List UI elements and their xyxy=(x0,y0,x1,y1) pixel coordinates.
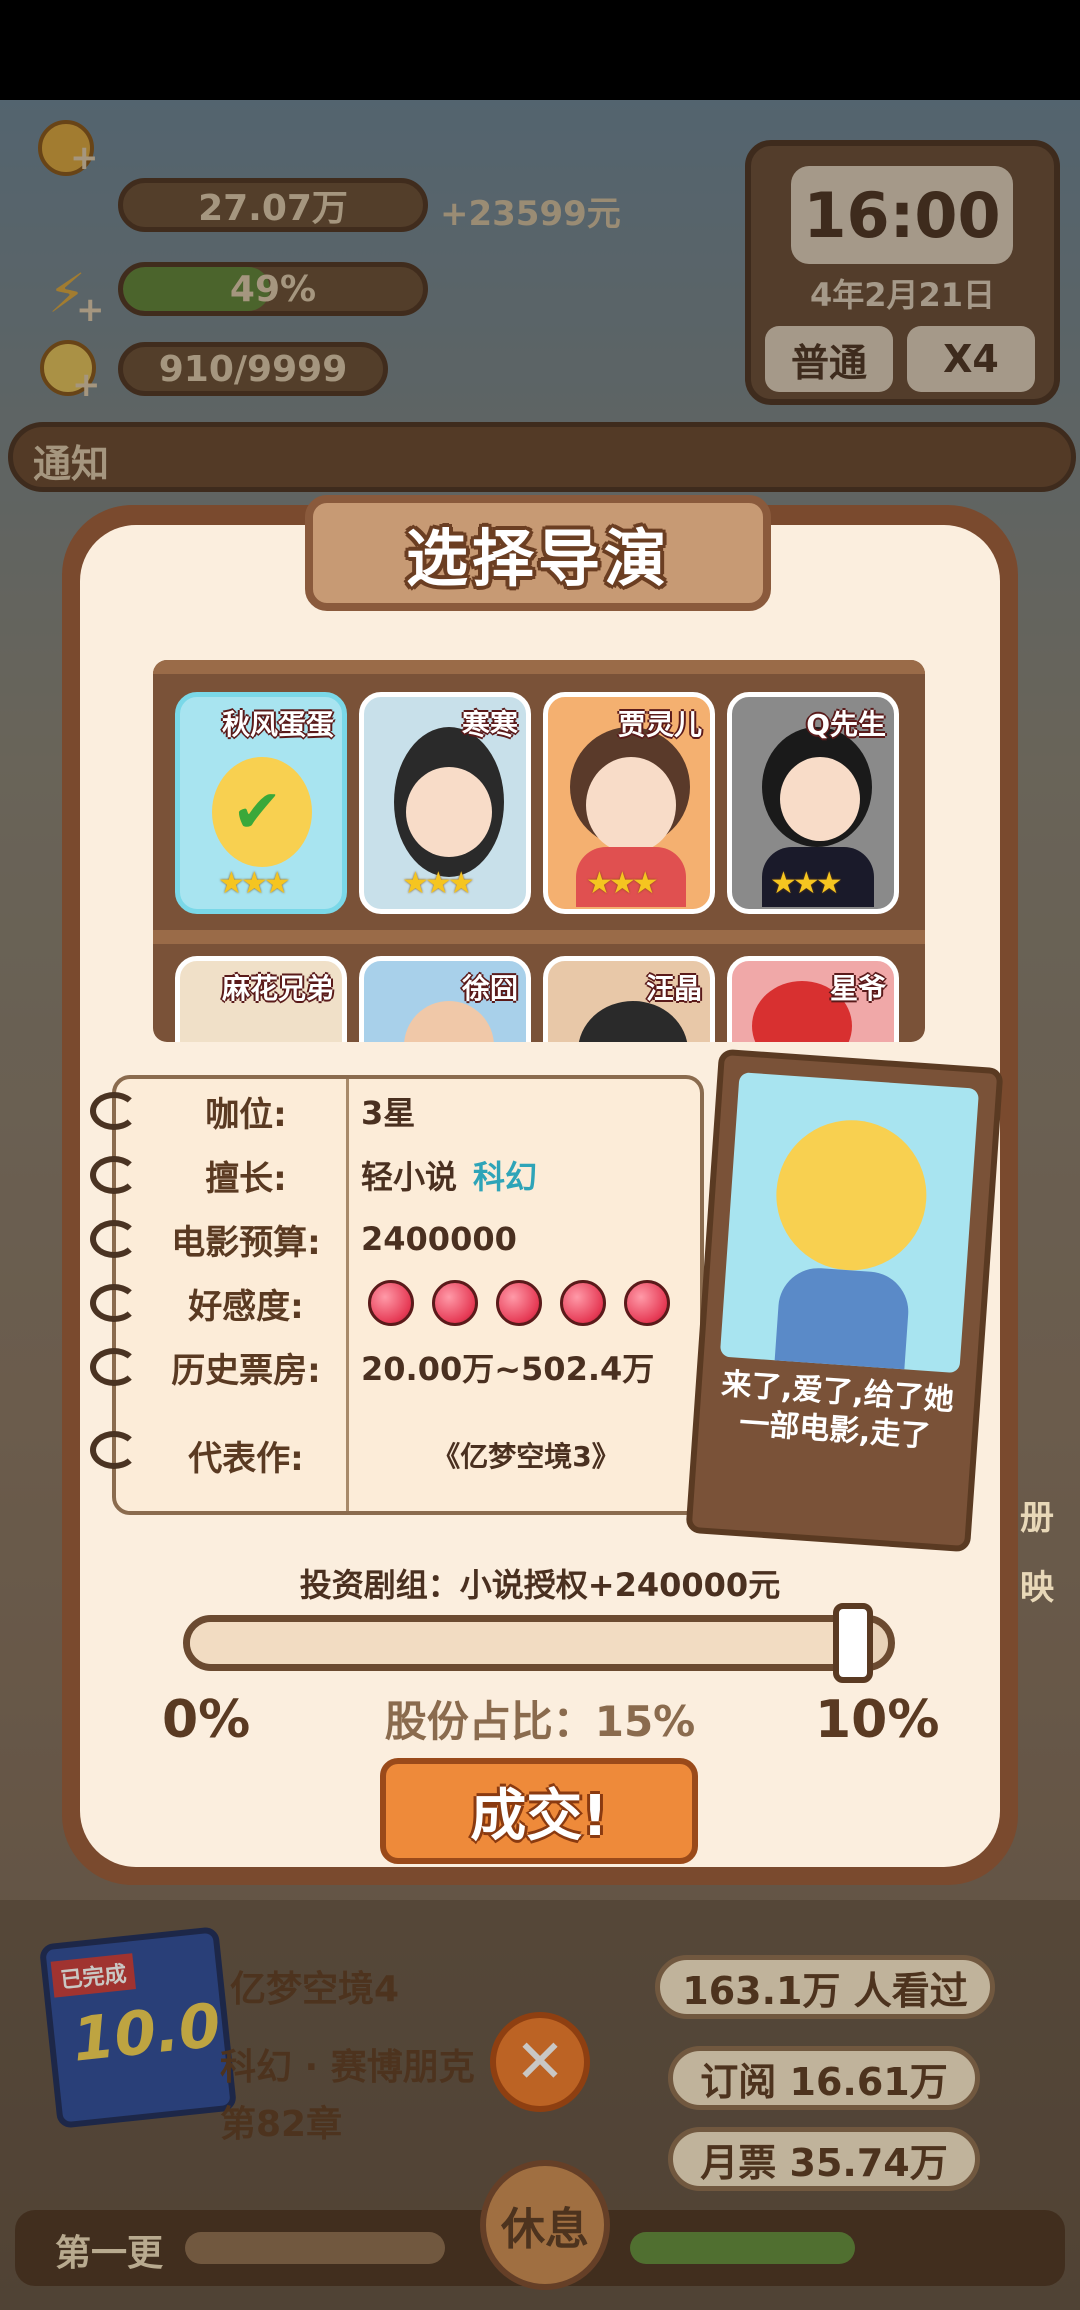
director-name: 星爷 xyxy=(829,972,886,1005)
cat-shirt xyxy=(774,1265,911,1374)
share-slider-handle[interactable] xyxy=(833,1603,874,1683)
share-slider[interactable] xyxy=(183,1615,895,1671)
check-icon: ✔ xyxy=(232,777,283,847)
director-shelf: ✔ 秋风蛋蛋 ★★★ 寒寒 ★★★ 贾灵儿 ★★★ Q先生 ★★★ 麻花兄弟 徐… xyxy=(153,660,925,1042)
affinity-hearts xyxy=(368,1271,688,1335)
director-avatar xyxy=(578,1001,688,1042)
writing-progress-bar xyxy=(630,2232,855,2264)
deal-button[interactable]: 成交! xyxy=(380,1758,698,1864)
director-name: 寒寒 xyxy=(461,708,518,741)
info-row-rank: 咖位: 3星 xyxy=(90,1079,704,1143)
director-avatar xyxy=(404,1001,494,1042)
rest-button[interactable]: 休息 xyxy=(480,2160,610,2290)
share-slider-fill xyxy=(190,1622,854,1664)
shelf-middle-board xyxy=(153,930,925,944)
subscribe-count: 订阅 16.61万 xyxy=(700,2059,948,2104)
director-name: 秋风蛋蛋 xyxy=(221,708,334,741)
binder-ring-icon xyxy=(90,1156,138,1194)
first-update-label: 第一更 xyxy=(55,2233,164,2274)
rank-label: 咖位: xyxy=(205,1094,287,1135)
affinity-label: 好感度: xyxy=(188,1286,304,1327)
director-card-3[interactable]: 贾灵儿 ★★★ xyxy=(543,692,715,914)
director-quote: 来了,爱了,给了她一部电影,走了 xyxy=(720,1366,955,1455)
director-name: 汪晶 xyxy=(645,972,702,1005)
skill-tag-lightnovel: 轻小说 xyxy=(361,1158,458,1196)
book-genre: 科幻 · 赛博朋克 xyxy=(220,2047,475,2088)
work-value: 《亿梦空境3》 xyxy=(432,1440,620,1473)
boxoffice-label: 历史票房: xyxy=(171,1350,321,1391)
subscribe-pill: 订阅 16.61万 xyxy=(668,2046,980,2110)
slider-max-label: 10% xyxy=(815,1690,940,1750)
binder-ring-icon xyxy=(90,1284,138,1322)
book-title: 亿梦空境4 xyxy=(230,1969,400,2010)
director-name: 麻花兄弟 xyxy=(221,972,334,1005)
skill-label: 擅长: xyxy=(205,1158,287,1199)
heart-icon xyxy=(432,1280,478,1326)
side-label-release: 映 xyxy=(1020,1568,1054,1608)
viewers-pill: 163.1万 人看过 xyxy=(655,1955,995,2019)
binder-ring-icon xyxy=(90,1220,138,1258)
cat-head xyxy=(771,1115,932,1276)
heart-icon xyxy=(560,1280,606,1326)
rank-value: 3星 xyxy=(361,1094,416,1132)
director-name: 贾灵儿 xyxy=(617,708,702,741)
monthly-ticket-count: 月票 35.74万 xyxy=(700,2140,948,2185)
skill-tag-scifi: 科幻 xyxy=(473,1158,538,1196)
director-info-card: 咖位: 3星 擅长: 轻小说 科幻 电影预算: 2400000 好感度: 历史票… xyxy=(90,1075,704,1515)
director-face xyxy=(406,767,492,857)
budget-label: 电影预算: xyxy=(171,1222,321,1263)
director-card-7[interactable]: 汪晶 xyxy=(543,956,715,1042)
director-face xyxy=(780,757,860,841)
info-row-budget: 电影预算: 2400000 xyxy=(90,1207,704,1271)
director-stars: ★★★ xyxy=(218,866,291,901)
dialog-title-plate: 选择导演 xyxy=(305,495,771,611)
work-label: 代表作: xyxy=(188,1438,304,1479)
book-score: 10.0 xyxy=(69,1990,224,2076)
director-card-8[interactable]: 星爷 xyxy=(727,956,899,1042)
heart-icon xyxy=(624,1280,670,1326)
director-portrait-card: 来了,爱了,给了她一部电影,走了 xyxy=(685,1048,1004,1553)
director-stars: ★★★ xyxy=(586,866,659,901)
binder-ring-icon xyxy=(90,1092,138,1130)
info-row-skill: 擅长: 轻小说 科幻 xyxy=(90,1143,704,1207)
info-row-work: 代表作: 《亿梦空境3》 xyxy=(90,1399,704,1511)
heart-icon xyxy=(496,1280,542,1326)
portrait-image xyxy=(719,1072,980,1374)
book-cover[interactable]: 10.0 已完成 xyxy=(38,1926,238,2129)
deal-button-label: 成交! xyxy=(470,1783,608,1849)
info-row-affinity: 好感度: xyxy=(90,1271,704,1335)
side-label-album: 册 xyxy=(1020,1498,1054,1538)
director-name: 徐囧 xyxy=(461,972,518,1005)
boxoffice-value: 20.00万~502.4万 xyxy=(361,1350,655,1388)
skill-values: 轻小说 科幻 xyxy=(361,1143,537,1207)
director-card-6[interactable]: 徐囧 xyxy=(359,956,531,1042)
binder-ring-icon xyxy=(90,1431,138,1469)
director-face xyxy=(586,757,676,853)
close-icon[interactable]: ✕ xyxy=(490,2012,590,2112)
director-card-2[interactable]: 寒寒 ★★★ xyxy=(359,692,531,914)
viewers-count: 163.1万 人看过 xyxy=(682,1968,968,2013)
director-stars: ★★★ xyxy=(402,866,475,901)
budget-value: 2400000 xyxy=(361,1220,517,1258)
monthly-ticket-pill: 月票 35.74万 xyxy=(668,2127,980,2191)
heart-icon xyxy=(368,1280,414,1326)
binder-ring-icon xyxy=(90,1348,138,1386)
director-name: Q先生 xyxy=(806,708,886,741)
update-progress-bar xyxy=(185,2232,445,2264)
director-card-1[interactable]: ✔ 秋风蛋蛋 ★★★ xyxy=(175,692,347,914)
director-card-4[interactable]: Q先生 ★★★ xyxy=(727,692,899,914)
shelf-top-board xyxy=(153,660,925,674)
book-badge: 已完成 xyxy=(50,1953,136,1998)
dialog-title: 选择导演 xyxy=(405,522,670,595)
director-card-5[interactable]: 麻花兄弟 xyxy=(175,956,347,1042)
info-row-boxoffice: 历史票房: 20.00万~502.4万 xyxy=(90,1335,704,1399)
director-stars: ★★★ xyxy=(770,866,843,901)
book-chapter: 第82章 xyxy=(220,2104,343,2145)
invest-text: 投资剧组：小说授权+240000元 xyxy=(299,1566,781,1604)
